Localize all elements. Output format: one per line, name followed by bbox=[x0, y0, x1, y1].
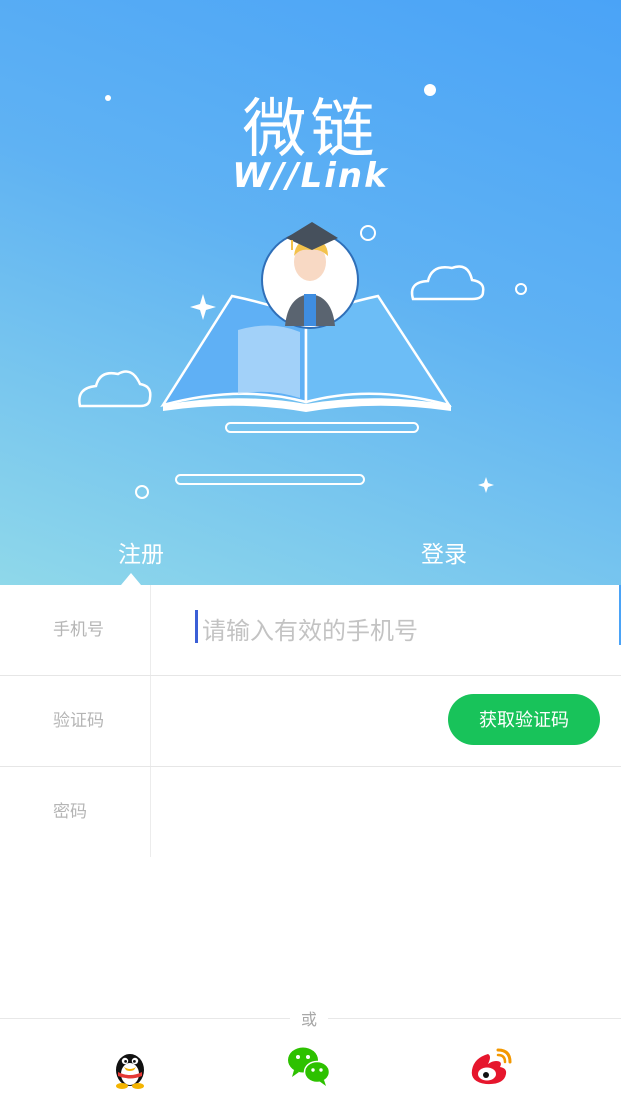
sparkle-icon bbox=[478, 477, 494, 493]
app-logo-text: W//Link bbox=[232, 156, 389, 196]
phone-input[interactable] bbox=[200, 585, 621, 677]
tab-active-indicator bbox=[121, 573, 141, 585]
ring-icon bbox=[360, 225, 376, 241]
text-caret bbox=[195, 610, 198, 643]
wechat-icon[interactable] bbox=[284, 1040, 334, 1090]
qq-icon[interactable] bbox=[105, 1040, 155, 1090]
password-input[interactable] bbox=[165, 767, 609, 859]
password-label: 密码 bbox=[53, 802, 87, 822]
divider bbox=[150, 676, 151, 766]
ring-icon bbox=[515, 283, 527, 295]
code-input[interactable] bbox=[165, 676, 439, 768]
code-label: 验证码 bbox=[53, 711, 104, 731]
or-text: 或 bbox=[290, 1006, 328, 1030]
sparkle-icon bbox=[190, 294, 216, 320]
divider bbox=[150, 767, 151, 857]
phone-row: 手机号 bbox=[0, 585, 621, 677]
get-code-button[interactable]: 获取验证码 bbox=[448, 694, 600, 745]
cloud-icon bbox=[410, 265, 485, 301]
register-form: 手机号 验证码 密码 获取验证码 bbox=[0, 585, 621, 859]
password-row: 密码 bbox=[0, 767, 621, 859]
tab-register[interactable]: 注册 bbox=[118, 535, 164, 569]
divider bbox=[150, 585, 151, 675]
tab-login[interactable]: 登录 bbox=[421, 535, 467, 569]
weibo-icon[interactable] bbox=[466, 1040, 516, 1090]
hero-banner: 微链 W//Link 注册 登录 bbox=[0, 0, 621, 585]
cloud-icon bbox=[78, 370, 152, 408]
phone-label: 手机号 bbox=[53, 620, 104, 640]
ring-icon bbox=[135, 485, 149, 499]
